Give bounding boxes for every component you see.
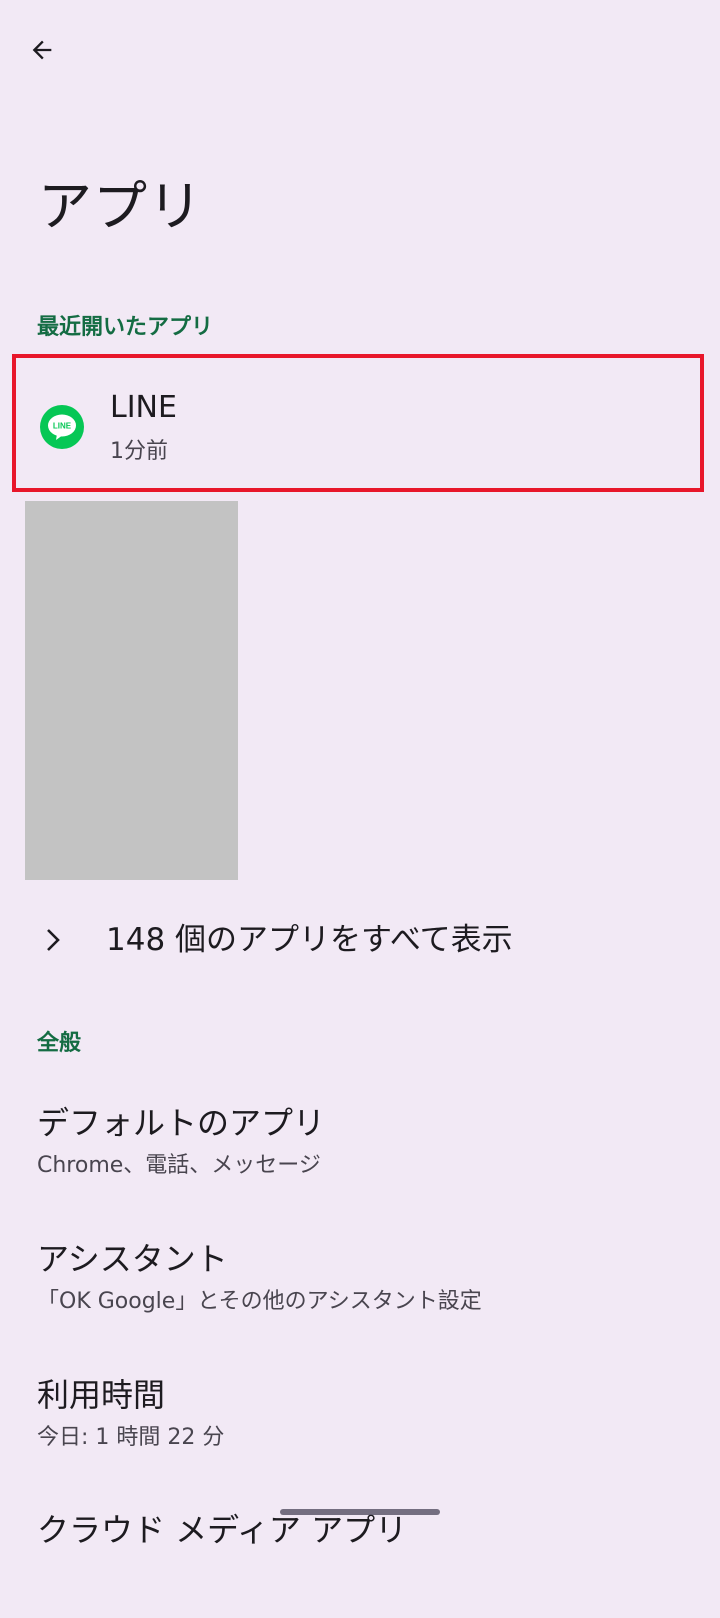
recent-apps-header: 最近開いたアプリ: [37, 315, 214, 340]
setting-subtitle: 「OK Google」とその他のアシスタント設定: [37, 1289, 482, 1314]
setting-subtitle: 今日: 1 時間 22 分: [37, 1425, 225, 1450]
line-app-icon: LINE: [40, 405, 84, 449]
default-apps-item[interactable]: デフォルトのアプリ Chrome、電話、メッセージ: [0, 1101, 720, 1211]
setting-title: 利用時間: [37, 1376, 166, 1414]
chevron-right-icon: [47, 929, 60, 951]
setting-title: アシスタント: [37, 1240, 228, 1278]
app-last-used: 1分前: [110, 439, 168, 464]
cloud-media-apps-item[interactable]: クラウド メディア アプリ: [0, 1508, 720, 1618]
recent-app-item-line[interactable]: LINE LINE 1分前: [12, 354, 704, 492]
arrow-left-icon: [32, 40, 52, 60]
page-title: アプリ: [38, 175, 203, 238]
see-all-apps-button[interactable]: 148 個のアプリをすべて表示: [0, 902, 720, 978]
app-name: LINE: [110, 390, 177, 425]
see-all-apps-label: 148 個のアプリをすべて表示: [106, 922, 513, 958]
svg-text:LINE: LINE: [53, 422, 72, 431]
general-header: 全般: [37, 1031, 82, 1056]
gesture-nav-handle[interactable]: [280, 1509, 440, 1515]
setting-title: デフォルトのアプリ: [37, 1104, 326, 1142]
back-button[interactable]: [22, 30, 62, 70]
screen-time-item[interactable]: 利用時間 今日: 1 時間 22 分: [0, 1373, 720, 1483]
setting-subtitle: Chrome、電話、メッセージ: [37, 1153, 321, 1178]
assistant-item[interactable]: アシスタント 「OK Google」とその他のアシスタント設定: [0, 1237, 720, 1347]
redacted-area: [25, 501, 238, 880]
